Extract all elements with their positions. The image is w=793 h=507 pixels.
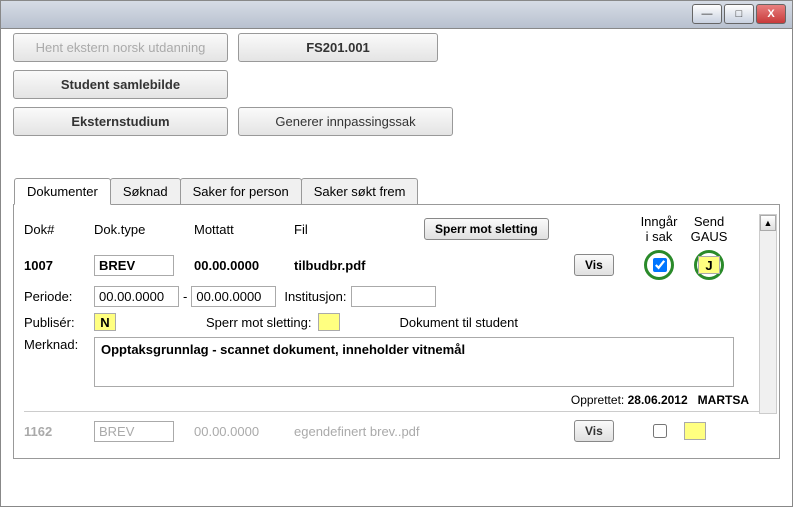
- sperr-value[interactable]: [318, 313, 340, 331]
- send-gaus-highlight: J: [694, 250, 724, 280]
- tab-saker-sokt[interactable]: Saker søkt frem: [301, 178, 419, 204]
- sperr-mot-sletting-label: Sperr mot sletting:: [206, 315, 312, 330]
- publiser-row: Publisér: N Sperr mot sletting: Dokument…: [24, 313, 769, 331]
- tab-saker-person[interactable]: Saker for person: [180, 178, 302, 204]
- send-gaus-value-2[interactable]: [684, 422, 706, 440]
- doc-fil: tilbudbr.pdf: [294, 258, 424, 273]
- student-samlebilde-button[interactable]: Student samlebilde: [13, 70, 228, 99]
- header-doktype: Dok.type: [94, 222, 194, 237]
- inngar-isak-checkbox[interactable]: [653, 258, 667, 272]
- periode-label: Periode:: [24, 289, 88, 304]
- scroll-up-icon[interactable]: ▲: [760, 215, 776, 231]
- publiser-label: Publisér:: [24, 315, 88, 330]
- doc-type-input[interactable]: [94, 255, 174, 276]
- doc2-number: 1162: [24, 424, 94, 439]
- maximize-button[interactable]: □: [724, 4, 754, 24]
- periode-row: Periode: - Institusjon:: [24, 286, 769, 307]
- opprettet-label: Opprettet:: [571, 393, 624, 407]
- fs201-button[interactable]: FS201.001: [238, 33, 438, 62]
- merknad-row: Merknad: Opptaksgrunnlag - scannet dokum…: [24, 337, 769, 387]
- opprettet-user: MARTSA: [698, 393, 749, 407]
- header-dok: Dok#: [24, 222, 94, 237]
- institusjon-label: Institusjon:: [284, 289, 346, 304]
- header-fil: Fil: [294, 222, 424, 237]
- header-inngar-isak: Inngår i sak: [634, 214, 684, 244]
- vis-button-2[interactable]: Vis: [574, 420, 614, 442]
- tab-soknad[interactable]: Søknad: [110, 178, 181, 204]
- sperr-mot-sletting-button[interactable]: Sperr mot sletting: [424, 218, 549, 240]
- vis-button[interactable]: Vis: [574, 254, 614, 276]
- inngar-isak-highlight: [644, 250, 674, 280]
- opprettet-date: 28.06.2012: [628, 393, 688, 407]
- periode-dash: -: [183, 289, 187, 304]
- hent-ekstern-button[interactable]: Hent ekstern norsk utdanning: [13, 33, 228, 62]
- scrollbar[interactable]: ▲: [759, 214, 777, 414]
- send-gaus-value[interactable]: J: [698, 256, 720, 274]
- periode-from-input[interactable]: [94, 286, 179, 307]
- doc2-mottatt: 00.00.0000: [194, 424, 294, 439]
- publiser-value[interactable]: N: [94, 313, 116, 331]
- close-button[interactable]: X: [756, 4, 786, 24]
- merknad-textarea[interactable]: Opptaksgrunnlag - scannet dokument, inne…: [94, 337, 734, 387]
- generer-innpassingssak-button[interactable]: Generer innpassingssak: [238, 107, 453, 136]
- periode-to-input[interactable]: [191, 286, 276, 307]
- doc-mottatt: 00.00.0000: [194, 258, 294, 273]
- app-window: — □ X Hent ekstern norsk utdanning FS201…: [0, 0, 793, 507]
- opprettet-footer: Opprettet: 28.06.2012 MARTSA: [24, 393, 769, 407]
- doc-number: 1007: [24, 258, 94, 273]
- doc2-type-input[interactable]: [94, 421, 174, 442]
- dokument-til-student-label: Dokument til student: [400, 315, 519, 330]
- titlebar: — □ X: [1, 1, 792, 29]
- inngar-isak-checkbox-2[interactable]: [653, 424, 667, 438]
- header-mottatt: Mottatt: [194, 222, 294, 237]
- tab-content: ▲ Dok# Dok.type Mottatt Fil Sperr mot sl…: [14, 204, 779, 458]
- content-area: Hent ekstern norsk utdanning FS201.001 S…: [1, 1, 792, 471]
- document-row-next: 1162 00.00.0000 egendefinert brev..pdf V…: [24, 411, 769, 442]
- merknad-label: Merknad:: [24, 337, 88, 352]
- institusjon-input[interactable]: [351, 286, 436, 307]
- eksternstudium-button[interactable]: Eksternstudium: [13, 107, 228, 136]
- doc2-fil: egendefinert brev..pdf: [294, 424, 494, 439]
- header-send-gaus: Send GAUS: [684, 214, 734, 244]
- tabs-container: Dokumenter Søknad Saker for person Saker…: [13, 204, 780, 459]
- tab-dokumenter[interactable]: Dokumenter: [14, 178, 111, 205]
- minimize-button[interactable]: —: [692, 4, 722, 24]
- document-row: 1007 00.00.0000 tilbudbr.pdf Vis J: [24, 250, 769, 280]
